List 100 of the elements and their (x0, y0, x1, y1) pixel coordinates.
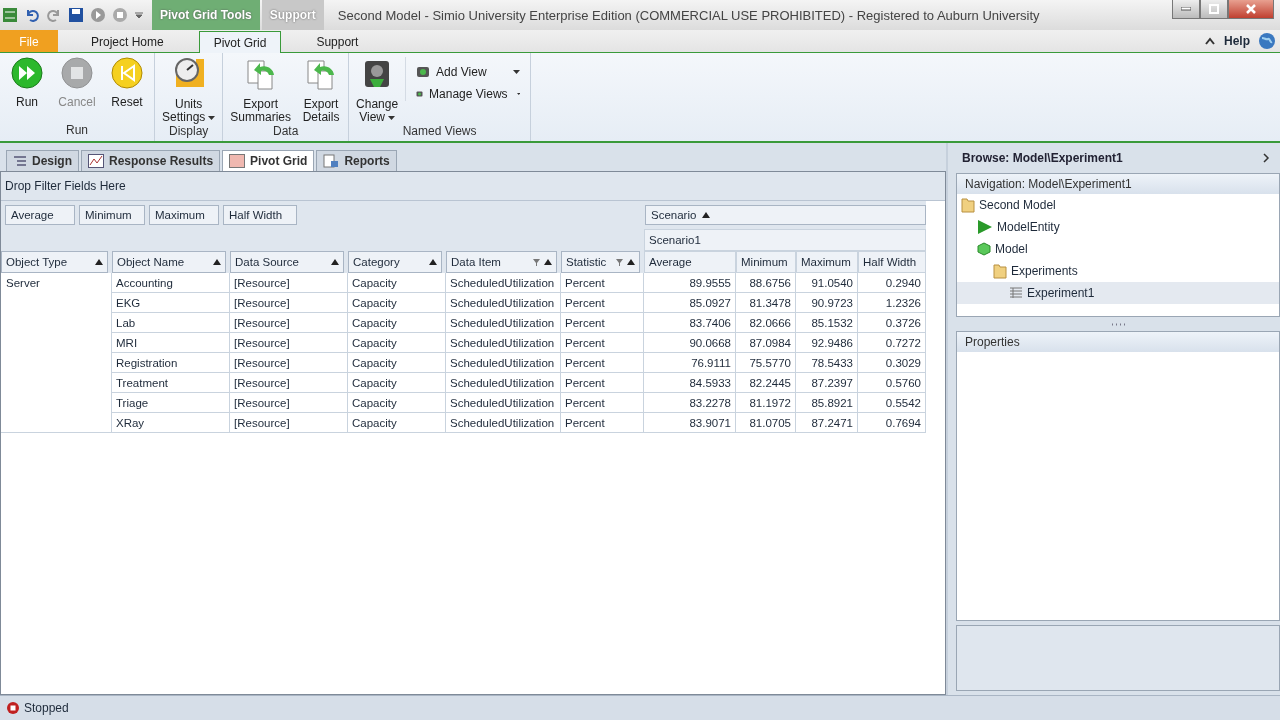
filter-icon (533, 258, 540, 266)
table-cell: ScheduledUtilization (446, 413, 561, 433)
table-cell: [Resource] (230, 373, 348, 393)
contextual-tab-label: Pivot Grid Tools (152, 0, 260, 30)
table-cell: 81.1972 (736, 393, 796, 413)
row-field[interactable]: Category (348, 251, 442, 273)
caret-icon (516, 92, 521, 96)
document-tab[interactable]: Pivot Grid (222, 150, 315, 171)
table-cell: Treatment (112, 373, 230, 393)
minimize-icon (1181, 7, 1191, 11)
table-cell: 85.1532 (796, 313, 858, 333)
document-tab[interactable]: Design (6, 150, 79, 171)
table-cell: 0.5542 (858, 393, 926, 413)
play-icon (11, 57, 43, 89)
help-link[interactable]: Help (1224, 34, 1250, 48)
sort-up-icon (331, 259, 339, 265)
ribbon-tab[interactable]: Pivot Grid (198, 31, 282, 53)
ribbon-button[interactable]: Export Summaries (227, 57, 295, 124)
table-cell: 82.0666 (736, 313, 796, 333)
stop-icon (61, 57, 93, 89)
collapse-ribbon-icon[interactable] (1204, 36, 1216, 46)
data-field[interactable]: Average (5, 205, 75, 225)
table-cell: MRI (112, 333, 230, 353)
ribbon-button[interactable]: Units Settings (159, 57, 219, 124)
table-cell: [Resource] (230, 353, 348, 373)
tree-item[interactable]: Second Model (957, 194, 1279, 216)
grid-icon (229, 154, 246, 168)
tree-item[interactable]: Experiment1 (957, 282, 1279, 304)
column-header: Scenario1 (644, 229, 926, 251)
table-cell: EKG (112, 293, 230, 313)
table-cell: 0.3726 (858, 313, 926, 333)
tree-item[interactable]: ModelEntity (957, 216, 1279, 238)
row-field[interactable]: Data Item (446, 251, 557, 273)
close-button[interactable] (1228, 0, 1274, 19)
table-cell: 84.5933 (644, 373, 736, 393)
data-field[interactable]: Half Width (223, 205, 297, 225)
stop-icon[interactable] (112, 7, 128, 23)
table-cell: Percent (561, 273, 644, 293)
save-icon[interactable] (68, 7, 84, 23)
customize-icon[interactable] (134, 10, 144, 20)
row-field[interactable]: Data Source (230, 251, 344, 273)
data-field[interactable]: Minimum (79, 205, 145, 225)
table-cell: Capacity (348, 333, 446, 353)
ribbon-tab[interactable]: Support (301, 30, 374, 52)
caret-icon (208, 115, 216, 120)
ribbon-button[interactable]: Change View (353, 57, 402, 124)
maximize-button[interactable] (1200, 0, 1228, 19)
expand-icon[interactable] (1262, 153, 1270, 163)
table-cell: [Resource] (230, 273, 348, 293)
table-cell: Lab (112, 313, 230, 333)
table-cell: 92.9486 (796, 333, 858, 353)
group-label: Run (65, 123, 89, 139)
globe-icon[interactable] (1258, 32, 1276, 50)
row-field[interactable]: Object Type (1, 251, 108, 273)
rewind-icon (111, 57, 143, 89)
ribbon-button[interactable]: Reset (104, 57, 150, 109)
table-cell: Percent (561, 313, 644, 333)
restore-icon (1209, 4, 1219, 14)
table-cell: ScheduledUtilization (446, 313, 561, 333)
app-icon[interactable] (2, 7, 18, 23)
redo-icon[interactable] (46, 7, 62, 23)
table-cell: Percent (561, 393, 644, 413)
sort-up-icon (627, 259, 635, 265)
document-tab[interactable]: Response Results (81, 150, 221, 171)
sort-up-icon (429, 259, 437, 265)
table-cell: Percent (561, 293, 644, 313)
table-cell: XRay (112, 413, 230, 433)
play-icon[interactable] (90, 7, 106, 23)
group-label: Named Views (401, 124, 478, 140)
ribbon-button[interactable]: Manage Views (416, 87, 521, 101)
table-cell: 85.0927 (644, 293, 736, 313)
table-cell: 89.9555 (644, 273, 736, 293)
table-cell: Registration (112, 353, 230, 373)
row-field[interactable]: Statistic (561, 251, 640, 273)
ribbon-button[interactable]: Export Details (298, 57, 345, 124)
row-field[interactable]: Object Name (112, 251, 226, 273)
table-cell: [Resource] (230, 333, 348, 353)
ribbon-tab[interactable]: Project Home (76, 30, 179, 52)
table-cell: [Resource] (230, 313, 348, 333)
ribbon-button[interactable]: Run (4, 57, 50, 109)
undo-icon[interactable] (24, 7, 40, 23)
panel-title: Properties (965, 335, 1020, 349)
table-cell: Percent (561, 333, 644, 353)
table-cell: 1.2326 (858, 293, 926, 313)
minimize-button[interactable] (1172, 0, 1200, 19)
table-cell: 88.6756 (736, 273, 796, 293)
table-cell: 87.2397 (796, 373, 858, 393)
column-header: Maximum (796, 251, 858, 273)
table-cell: 0.2940 (858, 273, 926, 293)
table-cell: Capacity (348, 353, 446, 373)
tree-item[interactable]: Model (957, 238, 1279, 260)
tree-item[interactable]: Experiments (957, 260, 1279, 282)
table-cell: Capacity (348, 293, 446, 313)
table-cell: 87.2471 (796, 413, 858, 433)
table-cell: 0.7272 (858, 333, 926, 353)
data-field[interactable]: Maximum (149, 205, 219, 225)
document-tab[interactable]: Reports (316, 150, 397, 171)
column-field[interactable]: Scenario (645, 205, 926, 225)
folder-icon (993, 263, 1007, 279)
ribbon-button[interactable]: Add View (416, 65, 521, 79)
